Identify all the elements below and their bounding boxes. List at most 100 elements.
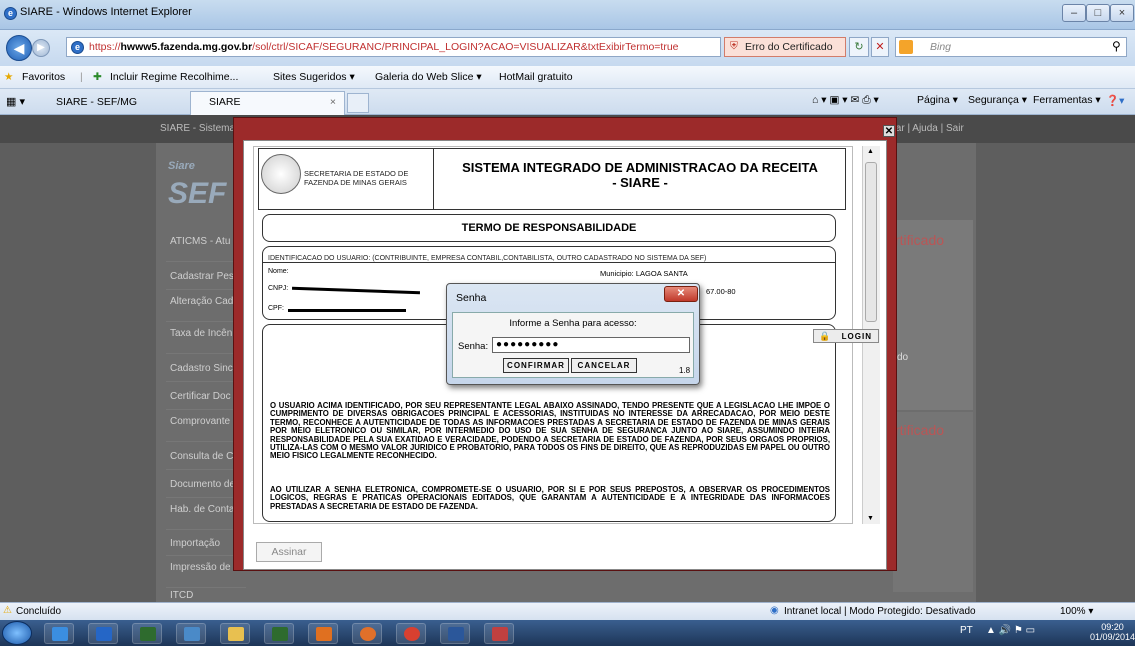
favorites-button[interactable]: Favoritos	[22, 71, 65, 83]
status-text: Concluído	[16, 606, 62, 617]
sidebar-item-itcd[interactable]: ITCD	[166, 588, 246, 602]
system-title-line2: - SIARE -	[612, 175, 668, 190]
site-header-links[interactable]: tar | Ajuda | Sair	[893, 123, 964, 134]
cert-error-label: Erro do Certificado	[745, 41, 833, 53]
terms-paragraph-2: AO UTILIZAR A SENHA ELETRONICA, COMPROME…	[270, 485, 830, 511]
senha-close-button[interactable]: ✕	[664, 286, 698, 302]
site-header-title: SIARE - Sistema	[160, 123, 236, 134]
minimize-button[interactable]: –	[1062, 4, 1086, 22]
search-placeholder: Bing	[930, 41, 952, 53]
password-input[interactable]: ●●●●●●●●●	[492, 337, 690, 353]
assinar-button[interactable]: Assinar	[256, 542, 322, 562]
terms-paragraph-1: O USUARIO ACIMA IDENTIFICADO, POR SEU RE…	[270, 401, 830, 461]
network-taskbar-icon[interactable]	[176, 623, 206, 644]
right-panel-2	[893, 412, 973, 592]
tab-siare[interactable]: SIARE ×	[190, 91, 345, 115]
star-icon: ★	[4, 71, 14, 83]
forward-button[interactable]: ▶	[32, 39, 50, 57]
shield-warning-icon: ⛨	[730, 40, 738, 52]
back-button[interactable]: ◀	[6, 35, 32, 61]
certificate-error-button[interactable]: ⛨ Erro do Certificado	[724, 37, 846, 57]
quick-tabs-icon[interactable]: ▦ ▾	[6, 95, 25, 108]
fav-link-hotmail[interactable]: HotMail gratuito	[499, 71, 573, 83]
app2-taskbar-icon[interactable]	[484, 623, 514, 644]
tray-lang[interactable]: PT	[960, 625, 973, 636]
add-favorite-icon[interactable]: ✚	[93, 71, 102, 83]
ie-taskbar-icon[interactable]	[44, 623, 74, 644]
cancel-button[interactable]: CANCELAR	[571, 358, 637, 373]
stop-button[interactable]: ✕	[871, 37, 889, 57]
start-button[interactable]	[2, 621, 32, 645]
secretaria-label: SECRETARIA DE ESTADO DE FAZENDA DE MINAS…	[304, 169, 409, 187]
senha-label: Senha:	[458, 341, 489, 352]
tray-icons[interactable]: ▲ 🔊 ⚑ ▭	[986, 625, 1035, 636]
clock[interactable]: 09:20 01/09/2014	[1090, 622, 1135, 642]
url-host: hwww5.fazenda.mg.gov.br	[120, 41, 253, 53]
maximize-button[interactable]: □	[1086, 4, 1110, 22]
scroll-down-icon[interactable]: ▼	[867, 515, 874, 522]
warning-icon: ⚠	[3, 605, 12, 616]
fav-link-galeria[interactable]: Galeria do Web Slice ▾	[375, 71, 482, 83]
login-button[interactable]: 🔒 LOGIN	[813, 329, 879, 343]
confirm-button[interactable]: CONFIRMAR	[503, 358, 569, 373]
system-title: SISTEMA INTEGRADO DE ADMINISTRACAO DA RE…	[440, 160, 840, 190]
title-bar: e SIARE - Windows Internet Explorer – □ …	[0, 0, 1135, 30]
municipio-label: Municipio: LAGOA SANTA	[600, 269, 688, 278]
nome-label: Nome:	[268, 268, 289, 275]
scroll-thumb[interactable]	[865, 162, 877, 322]
search-input[interactable]: Bing	[895, 37, 1127, 57]
intranet-icon: ◉	[770, 605, 779, 616]
close-tab-icon[interactable]: ×	[330, 96, 336, 108]
page-menu[interactable]: Página ▾	[917, 94, 958, 106]
termo-heading: TERMO DE RESPONSABILIDADE	[262, 214, 836, 242]
word-taskbar-icon[interactable]	[440, 623, 470, 644]
chrome-taskbar-icon[interactable]	[396, 623, 426, 644]
redaction-bar	[288, 309, 406, 312]
app-taskbar-icon[interactable]	[264, 623, 294, 644]
right-small-text: do	[897, 352, 909, 363]
office-taskbar-icon[interactable]	[308, 623, 338, 644]
ie-icon: e	[4, 7, 17, 20]
status-bar: ⚠ Concluído ◉ Intranet local | Modo Prot…	[0, 602, 1135, 620]
url-path: /sol/ctrl/SICAF/SEGURANC/PRINCIPAL_LOGIN…	[252, 41, 679, 53]
tab-siare-sef[interactable]: SIARE - SEF/MG	[40, 92, 190, 114]
favorites-bar: ★ Favoritos | ✚ Incluir Regime Recolhime…	[0, 66, 1135, 89]
outlook-taskbar-icon[interactable]	[88, 623, 118, 644]
home-icon[interactable]: ⌂ ▾ ▣ ▾ ✉ ⎙ ▾	[812, 94, 879, 107]
zone-text[interactable]: Intranet local | Modo Protegido: Desativ…	[784, 606, 976, 617]
fav-link-sites[interactable]: Sites Sugeridos ▾	[273, 71, 355, 83]
modal-close-button[interactable]: ✕	[883, 125, 895, 137]
terminal-taskbar-icon[interactable]	[132, 623, 162, 644]
version-label: 1.8	[679, 366, 691, 375]
refresh-button[interactable]: ↻	[849, 37, 869, 57]
identification-label: IDENTIFICACAO DO USUARIO: (CONTRIBUINTE,…	[268, 255, 707, 262]
scroll-up-icon[interactable]: ▲	[867, 148, 874, 155]
system-title-line1: SISTEMA INTEGRADO DE ADMINISTRACAO DA RE…	[462, 160, 818, 175]
registration-number: 67.00-80	[706, 287, 736, 296]
zoom-level[interactable]: 100% ▾	[1060, 606, 1093, 617]
right-heading-1: rtificado	[895, 232, 945, 248]
new-tab-button[interactable]	[347, 93, 369, 113]
page-icon: e	[71, 41, 84, 54]
right-panel-1	[893, 220, 973, 410]
cnpj-label: CNPJ:	[268, 285, 289, 292]
lock-icon: 🔒	[819, 331, 832, 341]
firefox-taskbar-icon[interactable]	[352, 623, 382, 644]
help-icon[interactable]: ❓▾	[1106, 94, 1124, 107]
bing-icon	[899, 40, 913, 54]
tools-menu[interactable]: Ferramentas ▾	[1033, 94, 1101, 106]
state-seal-icon	[261, 154, 301, 194]
search-icon[interactable]: ⚲	[1112, 39, 1121, 53]
cpf-label: CPF:	[268, 305, 284, 312]
sef-logo: Siare SEF	[168, 160, 227, 210]
explorer-taskbar-icon[interactable]	[220, 623, 250, 644]
close-button[interactable]: ×	[1110, 4, 1134, 22]
right-heading-2: rtificado	[895, 422, 945, 438]
window-title: SIARE - Windows Internet Explorer	[20, 6, 192, 18]
senha-dialog-title: Senha	[456, 292, 487, 304]
address-bar[interactable]: e https://hwww5.fazenda.mg.gov.br/sol/ct…	[66, 37, 721, 57]
url-prefix: https://	[89, 41, 121, 53]
security-menu[interactable]: Segurança ▾	[968, 94, 1027, 106]
senha-message: Informe a Senha para acesso:	[509, 318, 637, 329]
fav-link-incluir[interactable]: Incluir Regime Recolhime...	[110, 71, 238, 83]
